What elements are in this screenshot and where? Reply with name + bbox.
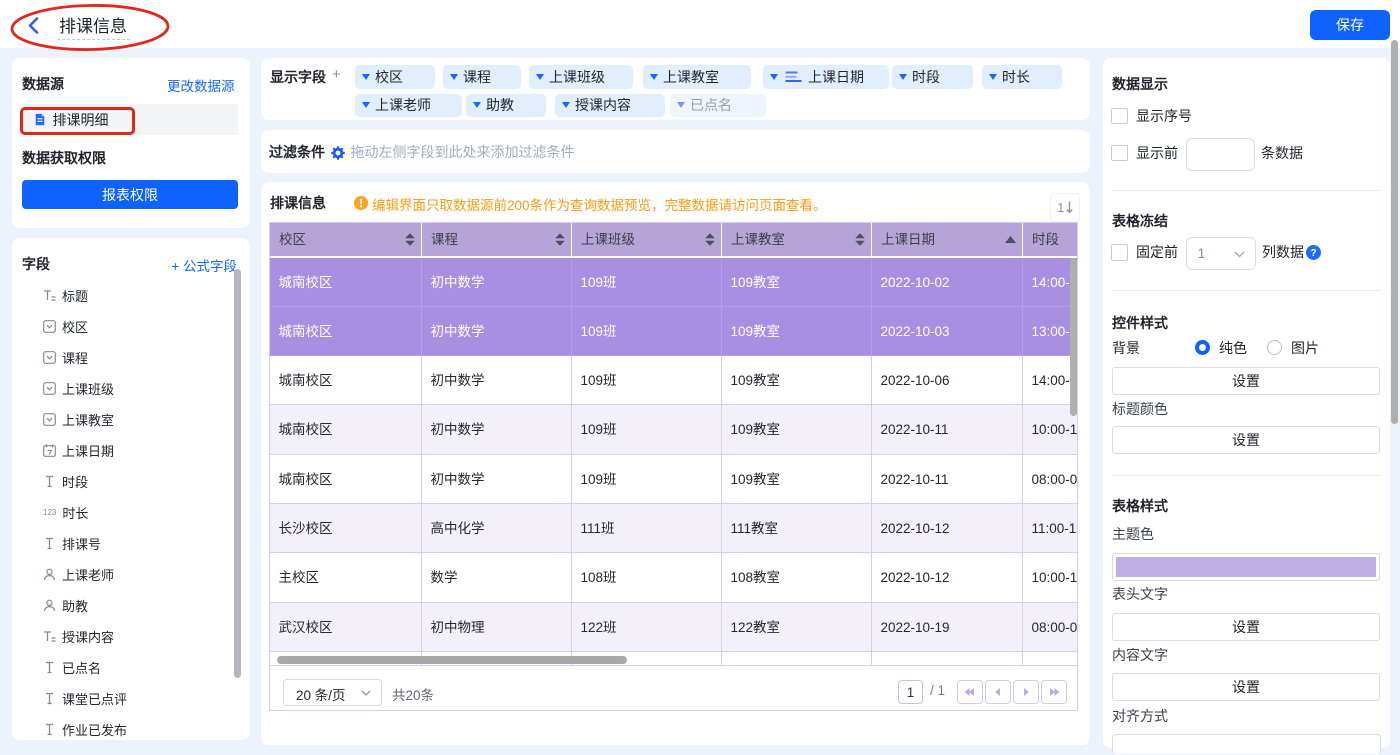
svg-text:?: ?: [1310, 248, 1316, 259]
